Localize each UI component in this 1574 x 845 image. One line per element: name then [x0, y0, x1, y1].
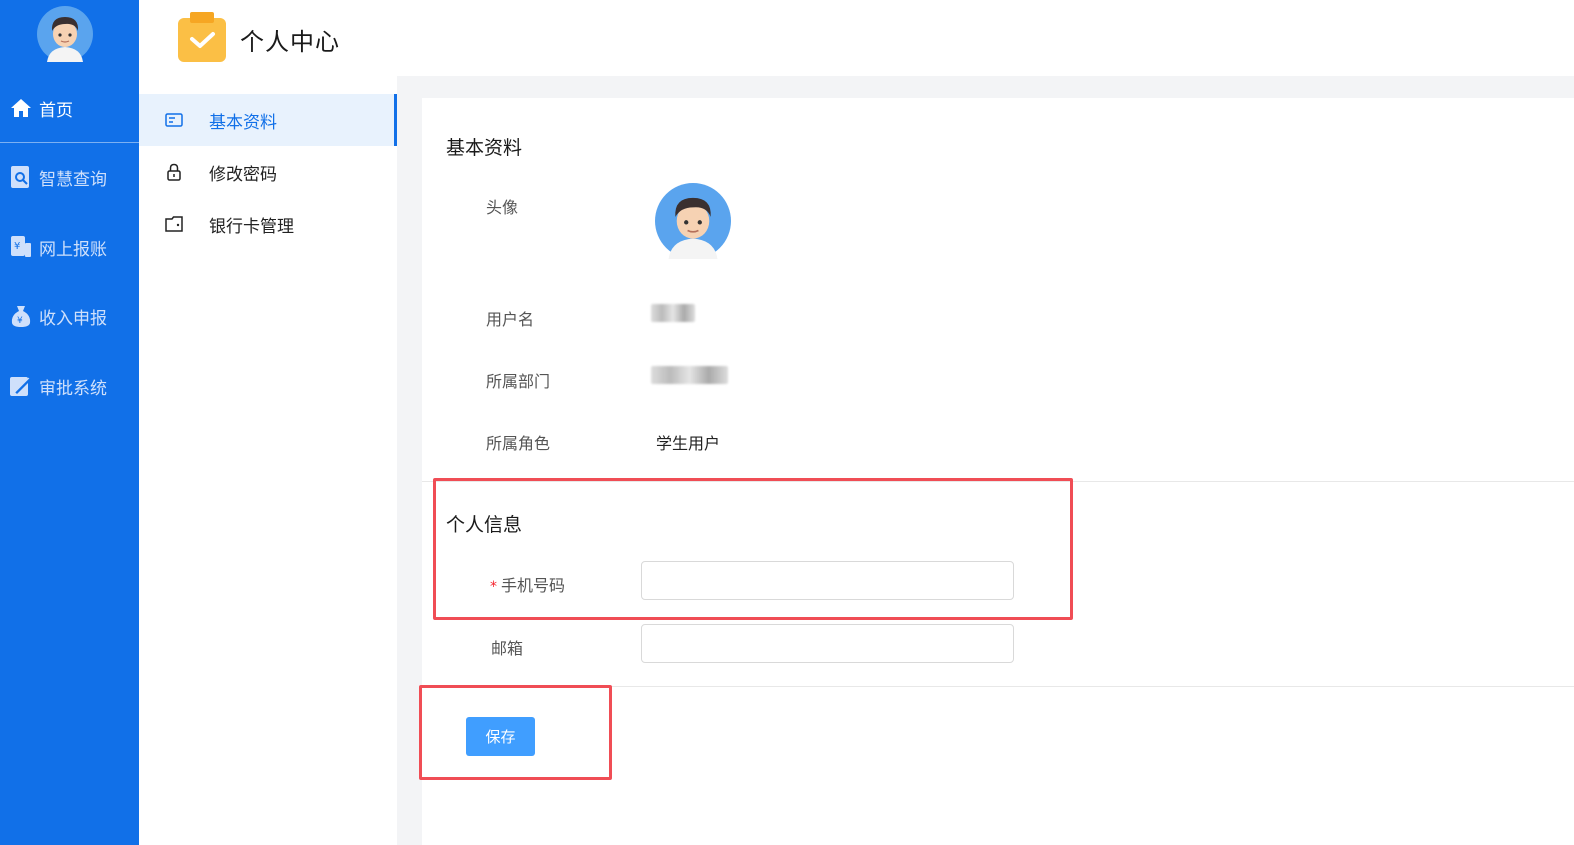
wallet-icon — [164, 214, 184, 234]
profile-avatar[interactable] — [655, 183, 731, 259]
role-value: 学生用户 — [656, 434, 721, 453]
app-logo — [176, 12, 228, 64]
nav-item-home[interactable]: 首页 — [0, 88, 139, 128]
nav-item-label: 网上报账 — [39, 239, 107, 260]
department-value-redacted — [651, 366, 728, 384]
avatar-label: 头像 — [486, 198, 519, 217]
user-avatar[interactable] — [37, 6, 93, 62]
submenu-item-bank-cards[interactable]: 银行卡管理 — [139, 198, 397, 250]
lock-icon — [164, 162, 184, 182]
submenu-item-basic-info[interactable]: 基本资料 — [139, 94, 397, 146]
submenu-item-label: 修改密码 — [209, 164, 277, 185]
submenu-item-label: 银行卡管理 — [209, 216, 294, 237]
yen-doc-icon: ¥ — [9, 235, 33, 259]
nav-item-label: 审批系统 — [39, 378, 107, 399]
role-label: 所属角色 — [486, 434, 551, 453]
money-bag-icon: ¥ — [9, 304, 33, 328]
svg-text:¥: ¥ — [17, 316, 23, 326]
search-doc-icon — [9, 165, 33, 189]
basic-info-title: 基本资料 — [446, 137, 523, 159]
email-label: 邮箱 — [491, 639, 524, 658]
profile-submenu: 基本资料 修改密码 银行卡管理 — [139, 76, 397, 845]
nav-item-label: 智慧查询 — [39, 169, 107, 190]
nav-divider — [0, 142, 139, 143]
home-icon — [9, 96, 33, 120]
highlight-box-save — [419, 685, 612, 780]
page-title: 个人中心 — [240, 28, 340, 56]
left-nav: 首页 智慧查询 ¥ 网上报账 ¥ 收入申报 审批系统 — [0, 0, 139, 845]
department-label: 所属部门 — [486, 372, 551, 391]
pen-icon — [9, 374, 33, 398]
id-card-icon — [164, 110, 184, 130]
nav-item-income-declare[interactable]: ¥ 收入申报 — [0, 296, 139, 336]
nav-item-label: 收入申报 — [39, 308, 107, 329]
submenu-item-label: 基本资料 — [209, 112, 277, 133]
username-value-redacted — [651, 304, 695, 322]
nav-item-smart-query[interactable]: 智慧查询 — [0, 157, 139, 197]
username-label: 用户名 — [486, 310, 535, 329]
submenu-item-change-password[interactable]: 修改密码 — [139, 146, 397, 198]
email-input[interactable] — [641, 624, 1014, 663]
nav-item-label: 首页 — [39, 100, 73, 121]
highlight-box-personal-info — [433, 478, 1073, 620]
svg-text:¥: ¥ — [14, 241, 20, 252]
nav-item-approval[interactable]: 审批系统 — [0, 366, 139, 406]
nav-item-online-reimburse[interactable]: ¥ 网上报账 — [0, 227, 139, 267]
